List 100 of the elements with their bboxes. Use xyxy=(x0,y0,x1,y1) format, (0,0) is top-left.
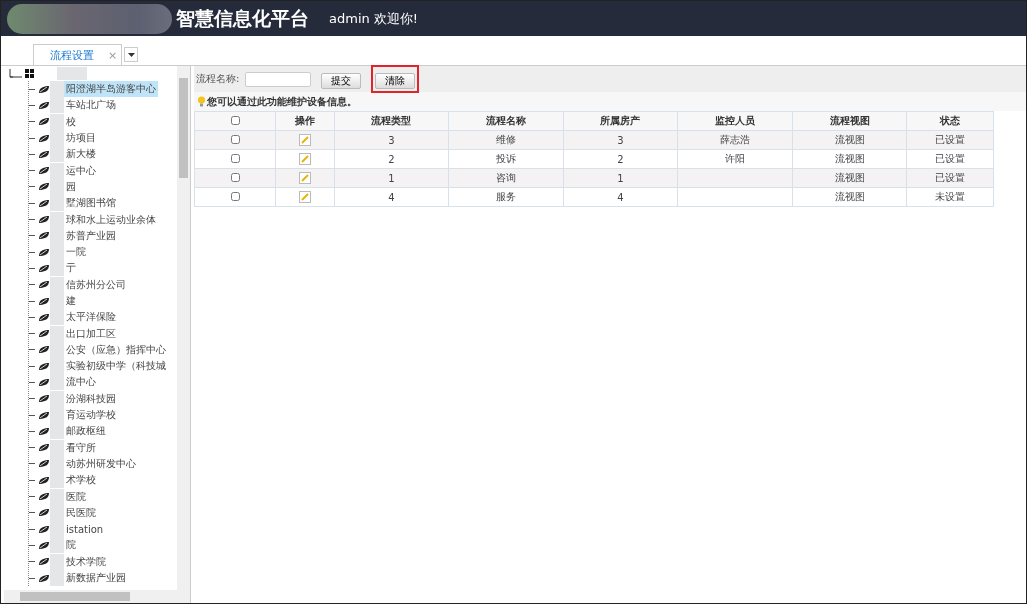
leaf-icon xyxy=(38,443,50,453)
leaf-icon xyxy=(38,280,50,290)
column-header: 监控人员 xyxy=(677,111,793,131)
leaf-icon xyxy=(38,84,50,94)
horizontal-scrollbar[interactable] xyxy=(4,590,190,603)
leaf-icon xyxy=(38,573,50,583)
tree-item[interactable]: 太平洋保险 xyxy=(64,309,118,326)
tree-item[interactable]: 技术学院 xyxy=(64,553,108,570)
leaf-icon xyxy=(38,166,50,176)
tree-item[interactable]: 育运动学校 xyxy=(64,407,118,424)
tree-item[interactable]: 民医院 xyxy=(64,504,98,521)
blurred-label xyxy=(50,113,64,130)
tree-connector-icon[interactable] xyxy=(9,68,23,79)
tree-item[interactable]: 球和水上运动业余体 xyxy=(64,211,158,228)
blurred-label xyxy=(50,488,64,505)
blurred-label xyxy=(50,374,64,391)
tree-item[interactable]: 园 xyxy=(64,178,78,195)
leaf-icon xyxy=(38,215,50,224)
table-cell: 已设置 xyxy=(906,149,994,169)
blurred-label xyxy=(50,439,64,456)
tree-item[interactable]: 术学校 xyxy=(64,472,98,489)
row-checkbox[interactable] xyxy=(230,153,240,163)
lightbulb-icon xyxy=(197,96,206,107)
blurred-label xyxy=(50,472,64,489)
table-cell: 4 xyxy=(563,187,678,207)
tree-item[interactable]: 亍 xyxy=(64,260,78,277)
row-checkbox[interactable] xyxy=(230,172,240,182)
table-cell: 流视图 xyxy=(792,149,907,169)
tree-item[interactable]: 建 xyxy=(64,293,78,309)
tree-item[interactable]: 医院 xyxy=(64,488,88,505)
column-header: 状态 xyxy=(906,111,994,131)
tree-item[interactable]: 出口加工区 xyxy=(64,325,118,342)
select-all-checkbox[interactable] xyxy=(230,115,240,125)
action-button[interactable]: 提交 xyxy=(321,73,362,89)
leaf-icon xyxy=(38,149,50,159)
blurred-label xyxy=(50,146,64,163)
leaf-icon xyxy=(38,312,50,322)
tree-item[interactable]: 看守所 xyxy=(64,439,98,456)
leaf-icon xyxy=(38,117,50,127)
column-header: 流程类型 xyxy=(334,111,449,131)
leaf-icon xyxy=(38,410,50,420)
table-cell: 投诉 xyxy=(448,149,564,169)
leaf-icon xyxy=(38,459,50,469)
leaf-icon xyxy=(38,296,50,306)
leaf-icon xyxy=(38,540,50,550)
tree-item[interactable]: 院 xyxy=(64,537,78,554)
vertical-scrollbar[interactable] xyxy=(177,66,190,590)
tab-menu-button[interactable] xyxy=(124,47,139,62)
blurred-label xyxy=(50,195,64,212)
tree-item[interactable]: 新大楼 xyxy=(64,146,98,163)
tree-item[interactable]: 信苏州分公司 xyxy=(64,276,128,293)
tree-item[interactable]: 墅湖图书馆 xyxy=(64,195,118,212)
tree-item[interactable]: 新数据产业园 xyxy=(64,570,128,587)
leaf-icon xyxy=(38,198,50,208)
action-button[interactable]: 清除 xyxy=(375,73,416,89)
blurred-label xyxy=(50,570,64,587)
tree-item[interactable]: istation xyxy=(64,522,106,536)
leaf-icon xyxy=(38,508,50,518)
search-label: 流程名称: xyxy=(196,72,240,86)
leaf-icon xyxy=(38,378,50,387)
tree-item[interactable]: 阳澄湖半岛游客中心 xyxy=(64,81,158,98)
tree-item[interactable]: 坊项目 xyxy=(64,130,98,147)
tree-item[interactable]: 运中心 xyxy=(64,162,98,179)
tree-item[interactable]: 实验初级中学（科技城 xyxy=(64,358,168,375)
tree-item[interactable]: 汾湖科技园 xyxy=(64,390,118,407)
table-cell: 服务 xyxy=(448,187,564,207)
column-header: 流程名称 xyxy=(448,111,564,131)
tree-item[interactable]: 动苏州研发中心 xyxy=(64,455,138,472)
blurred-label xyxy=(50,276,64,293)
tree-item[interactable]: 公安（应急）指挥中心 xyxy=(64,341,168,358)
tree-item[interactable]: 车站北广场 xyxy=(64,97,118,114)
tab[interactable]: 流程设置 × xyxy=(33,44,123,65)
table-cell: 2 xyxy=(334,149,449,169)
blurred-label xyxy=(50,553,64,570)
leaf-icon xyxy=(38,133,50,143)
table-cell: 未设置 xyxy=(906,187,994,207)
tree-item[interactable]: 一院 xyxy=(64,244,88,261)
leaf-icon xyxy=(38,345,50,355)
blurred-label xyxy=(50,325,64,342)
leaf-icon xyxy=(38,329,50,339)
leaf-icon xyxy=(38,475,50,485)
blurred-label xyxy=(50,260,64,277)
blurred-label xyxy=(50,162,64,179)
tree-item[interactable]: 流中心 xyxy=(64,374,98,391)
search-field[interactable] xyxy=(245,71,312,87)
tree-item[interactable]: 苏普产业园 xyxy=(64,227,118,244)
column-header: 操作 xyxy=(275,111,335,131)
blurred-label xyxy=(50,211,64,228)
leaf-icon xyxy=(38,263,50,273)
table-cell: 2 xyxy=(563,149,678,169)
leaf-icon xyxy=(38,247,50,257)
tree-item[interactable]: 邮政枢纽 xyxy=(64,423,108,440)
column-header: 所属房产 xyxy=(563,111,678,131)
row-checkbox[interactable] xyxy=(230,134,240,144)
leaf-icon xyxy=(38,426,50,436)
blurred-label xyxy=(50,423,64,440)
app-title: 智慧信息化平台 xyxy=(176,5,309,31)
row-checkbox[interactable] xyxy=(230,191,240,201)
leaf-icon xyxy=(38,100,50,110)
tree-item[interactable]: 校 xyxy=(64,113,78,130)
